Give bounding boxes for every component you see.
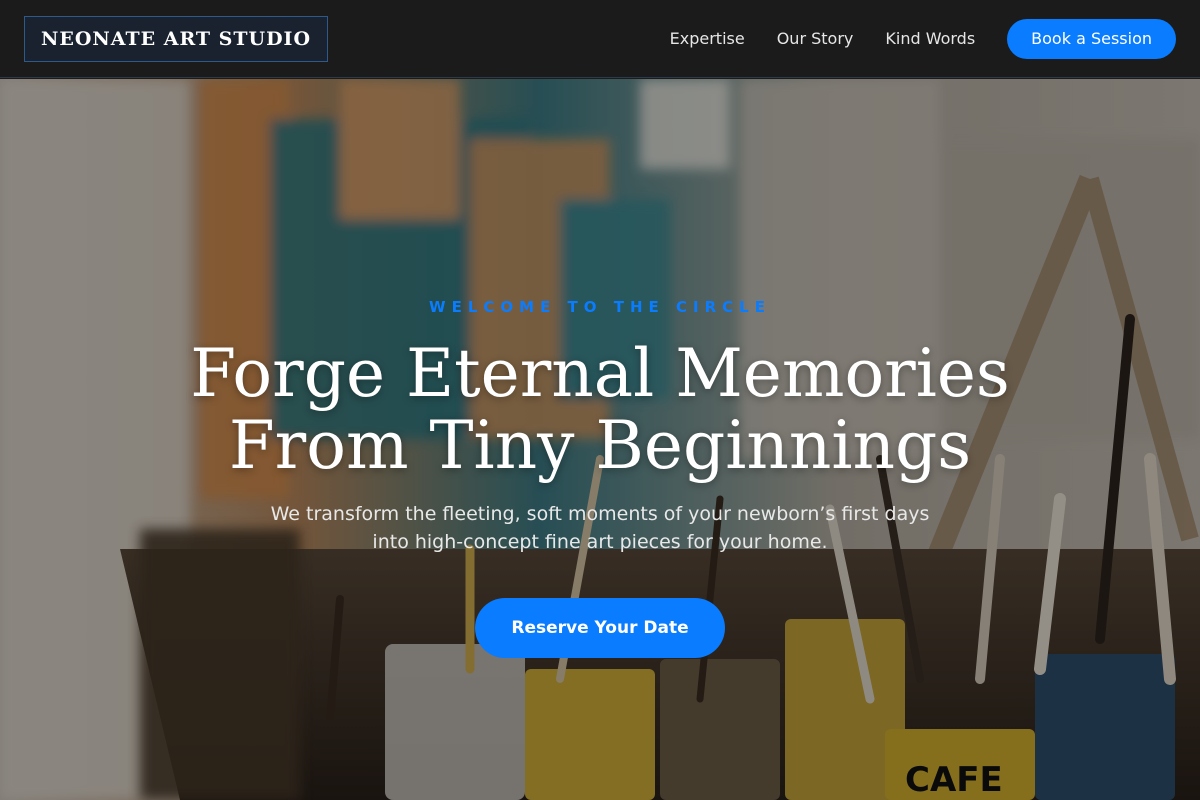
nav-link-our-story[interactable]: Our Story bbox=[777, 29, 854, 48]
book-session-button[interactable]: Book a Session bbox=[1007, 18, 1176, 59]
reserve-date-button[interactable]: Reserve Your Date bbox=[475, 598, 725, 658]
site-header: NEONATE ART STUDIO Expertise Our Story K… bbox=[0, 0, 1200, 78]
brand-logo[interactable]: NEONATE ART STUDIO bbox=[24, 15, 329, 62]
hero-content: WELCOME TO THE CIRCLE Forge Eternal Memo… bbox=[0, 79, 1200, 800]
nav-link-kind-words[interactable]: Kind Words bbox=[885, 29, 975, 48]
hero-subtext: We transform the fleeting, soft moments … bbox=[270, 503, 930, 553]
main-nav: Expertise Our Story Kind Words Book a Se… bbox=[638, 18, 1176, 59]
hero-section: CAFE WELCOME TO THE CIRCLE Forge Eternal… bbox=[0, 79, 1200, 800]
hero-headline: Forge Eternal Memories From Tiny Beginni… bbox=[190, 335, 1010, 484]
nav-link-expertise[interactable]: Expertise bbox=[670, 29, 745, 48]
hero-eyebrow: WELCOME TO THE CIRCLE bbox=[429, 298, 771, 316]
